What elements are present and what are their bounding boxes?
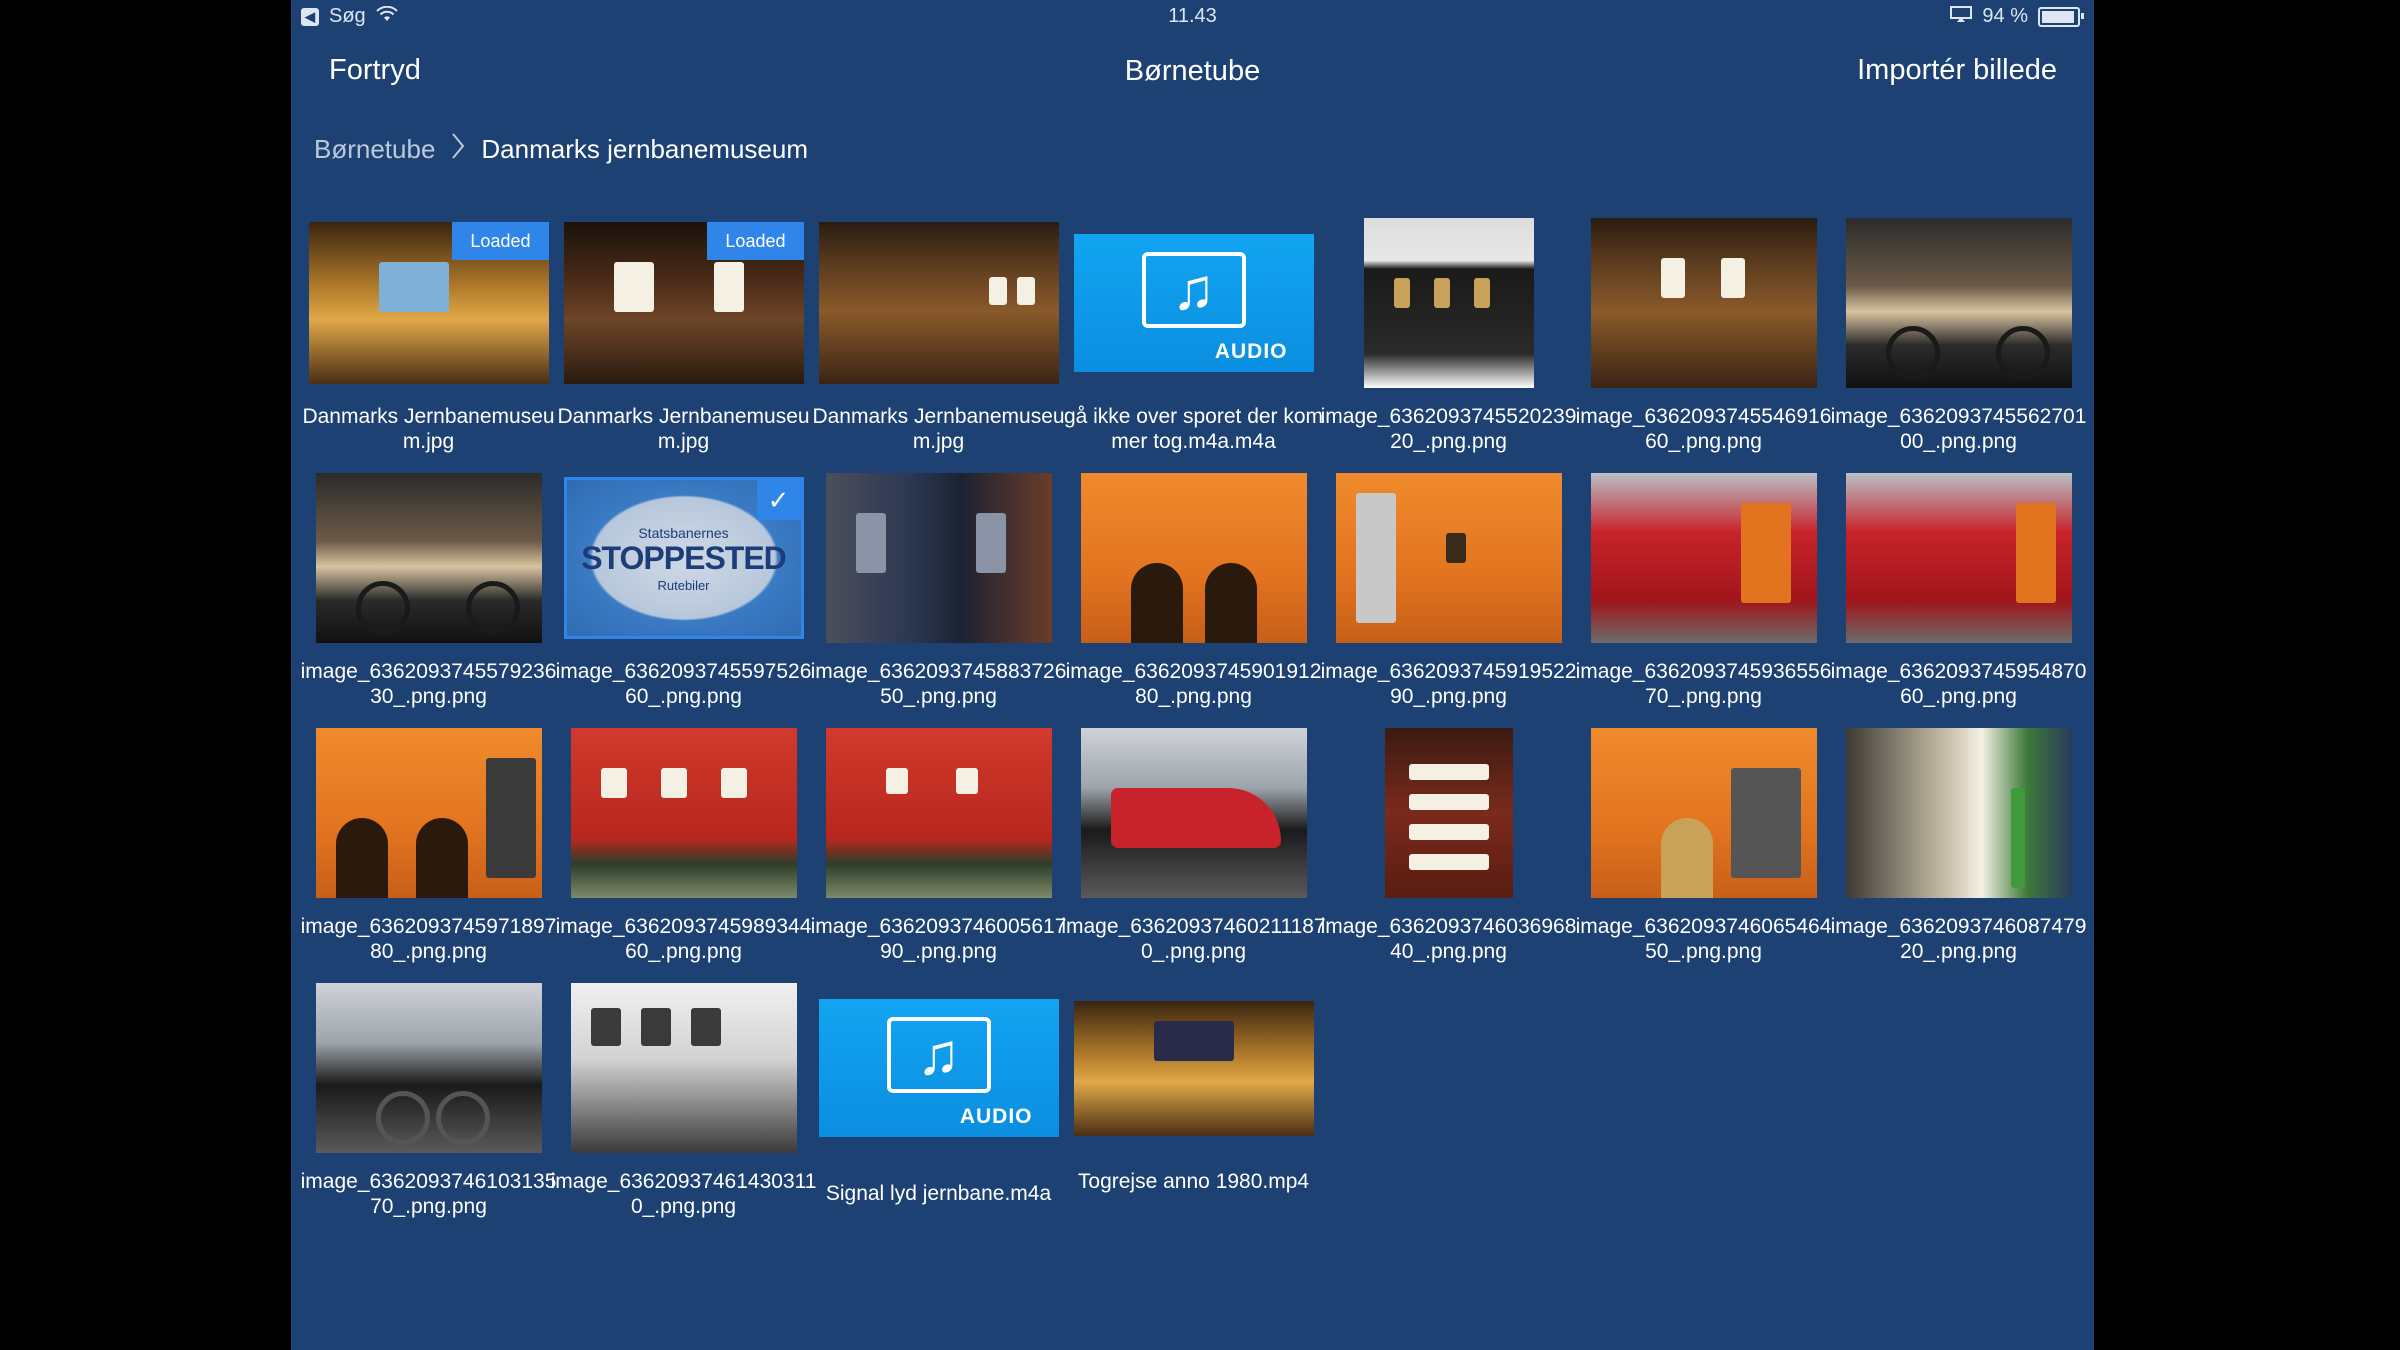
media-item[interactable]: image_636209374608747920_.png.png (1831, 728, 2086, 983)
media-item[interactable]: image_636209374598934460_.png.png (556, 728, 811, 983)
breadcrumb: Børnetube Danmarks jernbanemuseum (314, 132, 808, 167)
media-caption: image_636209374606546450_.png.png (1575, 915, 1832, 963)
media-caption: image_636209374591952290_.png.png (1320, 660, 1577, 708)
media-caption: image_636209374597189780_.png.png (300, 915, 557, 963)
media-thumbnail (315, 983, 542, 1153)
audio-thumbnail: ♫ AUDIO (1073, 234, 1314, 372)
media-caption: image_636209374590191280_.png.png (1065, 660, 1322, 708)
import-image-button[interactable]: Importér billede (1857, 54, 2057, 87)
media-thumbnail (570, 728, 797, 898)
media-thumbnail (818, 222, 1059, 384)
media-thumbnail (825, 728, 1052, 898)
media-item[interactable]: image_636209374590191280_.png.png (1066, 473, 1321, 728)
screen: ◀ Søg 11.43 94 % Fortryd Børnetube Impor… (291, 0, 2094, 1350)
chevron-right-icon (451, 132, 465, 167)
media-item[interactable]: Loaded Danmarks Jernbanemuseum.jpg (556, 218, 811, 473)
media-item[interactable]: image_636209374610313570_.png.png (301, 983, 556, 1238)
media-item[interactable]: image_636209374588372650_.png.png (811, 473, 1066, 728)
media-caption: image_636209374602111870_.png.png (1061, 915, 1326, 963)
media-thumbnail (1590, 473, 1817, 643)
media-caption: image_636209374595487060_.png.png (1830, 660, 2087, 708)
media-item[interactable]: Statsbanernes STOPPESTED Rutebiler ✓ ima… (556, 473, 811, 728)
media-thumbnail: Loaded (308, 222, 549, 384)
media-item[interactable]: image_636209374557923630_.png.png (301, 473, 556, 728)
media-thumbnail (315, 728, 542, 898)
media-caption: image_636209374559752660_.png.png (555, 660, 812, 708)
media-thumbnail (1080, 728, 1307, 898)
media-item[interactable]: image_636209374595487060_.png.png (1831, 473, 2086, 728)
media-thumbnail-selected: Statsbanernes STOPPESTED Rutebiler ✓ (563, 477, 804, 639)
status-bar: ◀ Søg 11.43 94 % (291, 0, 2094, 34)
media-thumbnail (315, 473, 542, 643)
media-item[interactable]: image_636209374556270100_.png.png (1831, 218, 2086, 473)
media-caption: Danmarks Jernbanemuseum.jpg (302, 405, 555, 453)
audio-label: AUDIO (1214, 340, 1288, 363)
media-item[interactable]: Loaded Danmarks Jernbanemuseum.jpg (301, 218, 556, 473)
audio-item[interactable]: ♫ AUDIO Signal lyd jernbane.m4a (811, 983, 1066, 1238)
audio-item[interactable]: ♫ AUDIO gå ikke over sporet der kommer t… (1064, 218, 1323, 473)
media-caption: image_636209374603696840_.png.png (1320, 915, 1577, 963)
media-thumbnail (825, 473, 1052, 643)
media-caption: image_636209374610313570_.png.png (300, 1170, 557, 1218)
status-time: 11.43 (1168, 5, 1217, 27)
media-grid: Loaded Danmarks Jernbanemuseum.jpg Loade… (301, 218, 2086, 1238)
media-item[interactable]: image_636209374602111870_.png.png (1061, 728, 1326, 983)
media-thumbnail: Loaded (563, 222, 804, 384)
media-thumbnail (1590, 218, 1817, 388)
media-thumbnail (1845, 473, 2072, 643)
media-thumbnail (1363, 218, 1534, 388)
media-thumbnail (570, 983, 797, 1153)
video-thumbnail (1073, 1000, 1314, 1136)
media-caption: image_636209374598934460_.png.png (555, 915, 812, 963)
media-caption: image_636209374600561790_.png.png (810, 915, 1067, 963)
media-item[interactable]: image_636209374614303110_.png.png (551, 983, 816, 1238)
media-item[interactable]: image_636209374600561790_.png.png (811, 728, 1066, 983)
loaded-badge: Loaded (707, 222, 804, 260)
art-text: STOPPESTED (581, 540, 787, 576)
media-caption: image_636209374552023920_.png.png (1320, 405, 1577, 453)
navigation-bar: Fortryd Børnetube Importér billede (291, 40, 2094, 110)
media-caption: image_636209374608747920_.png.png (1830, 915, 2087, 963)
audio-thumbnail: ♫ AUDIO (818, 999, 1059, 1137)
media-caption: Danmarks Jernbanemuseum.jpg (557, 405, 810, 453)
battery-icon (2038, 6, 2084, 27)
art-text: Statsbanernes (638, 525, 729, 541)
media-thumbnail (1384, 728, 1513, 898)
media-caption: image_636209374554691660_.png.png (1575, 405, 1832, 453)
music-note-icon: ♫ (886, 1017, 991, 1093)
screen-mirroring-icon (1950, 5, 1973, 28)
media-thumbnail (1590, 728, 1817, 898)
breadcrumb-root[interactable]: Børnetube (314, 134, 435, 165)
media-item[interactable]: image_636209374552023920_.png.png (1321, 218, 1576, 473)
media-caption: Danmarks Jernbanemuseum.jpg (812, 405, 1065, 453)
media-caption: Signal lyd jernbane.m4a (825, 1182, 1052, 1205)
media-item[interactable]: image_636209374593655670_.png.png (1576, 473, 1831, 728)
media-caption: image_636209374588372650_.png.png (810, 660, 1067, 708)
media-caption: Togrejse anno 1980.mp4 (1077, 1170, 1310, 1193)
loaded-badge: Loaded (452, 222, 549, 260)
checkmark-icon: ✓ (756, 480, 801, 520)
media-item[interactable]: Danmarks Jernbanemuseum.jpg (811, 218, 1066, 473)
media-item[interactable]: image_636209374591952290_.png.png (1321, 473, 1576, 728)
video-item[interactable]: Togrejse anno 1980.mp4 (1066, 983, 1321, 1238)
media-item[interactable]: image_636209374597189780_.png.png (301, 728, 556, 983)
breadcrumb-current: Danmarks jernbanemuseum (481, 134, 808, 164)
battery-percentage: 94 % (1982, 5, 2028, 27)
audio-label: AUDIO (959, 1105, 1033, 1128)
media-caption: gå ikke over sporet der kommer tog.m4a.m… (1063, 405, 1324, 453)
page-title: Børnetube (1124, 55, 1261, 87)
art-text: Rutebiler (657, 578, 710, 593)
media-thumbnail (1845, 218, 2072, 388)
media-caption: image_636209374557923630_.png.png (300, 660, 557, 708)
media-caption: image_636209374593655670_.png.png (1575, 660, 1832, 708)
media-caption: image_636209374614303110_.png.png (550, 1170, 817, 1218)
media-item[interactable]: image_636209374606546450_.png.png (1576, 728, 1831, 983)
music-note-icon: ♫ (1141, 252, 1246, 328)
media-item[interactable]: image_636209374554691660_.png.png (1576, 218, 1831, 473)
media-thumbnail (1845, 728, 2072, 898)
media-thumbnail (1080, 473, 1307, 643)
media-item[interactable]: image_636209374603696840_.png.png (1321, 728, 1576, 983)
media-thumbnail (1335, 473, 1562, 643)
media-caption: image_636209374556270100_.png.png (1830, 405, 2087, 453)
